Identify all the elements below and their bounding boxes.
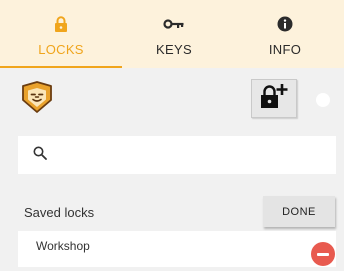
toggle-switch[interactable] bbox=[316, 93, 330, 107]
active-tab-indicator bbox=[0, 66, 122, 68]
info-icon bbox=[273, 16, 297, 32]
tab-locks-label: LOCKS bbox=[38, 42, 84, 57]
saved-locks-title: Saved locks bbox=[24, 205, 95, 220]
search-icon bbox=[33, 146, 47, 165]
tab-locks[interactable]: LOCKS bbox=[0, 0, 122, 68]
tab-keys-label: KEYS bbox=[156, 42, 192, 57]
key-icon bbox=[162, 16, 186, 32]
done-button[interactable]: DONE bbox=[263, 196, 335, 227]
list-item[interactable]: Workshop bbox=[18, 231, 336, 267]
tab-info-label: INFO bbox=[268, 42, 302, 57]
tab-bar: LOCKS KEYS INFO bbox=[0, 0, 344, 68]
remove-icon[interactable] bbox=[311, 242, 335, 266]
tab-info[interactable]: INFO bbox=[226, 0, 344, 68]
lock-name: Workshop bbox=[36, 239, 90, 253]
add-lock-icon bbox=[259, 82, 289, 115]
lion-icon bbox=[20, 81, 54, 113]
tab-keys[interactable]: KEYS bbox=[122, 0, 226, 68]
lock-icon bbox=[49, 16, 73, 32]
search-bar bbox=[18, 136, 336, 174]
search-input[interactable] bbox=[55, 136, 336, 174]
add-lock-button[interactable] bbox=[251, 79, 297, 118]
